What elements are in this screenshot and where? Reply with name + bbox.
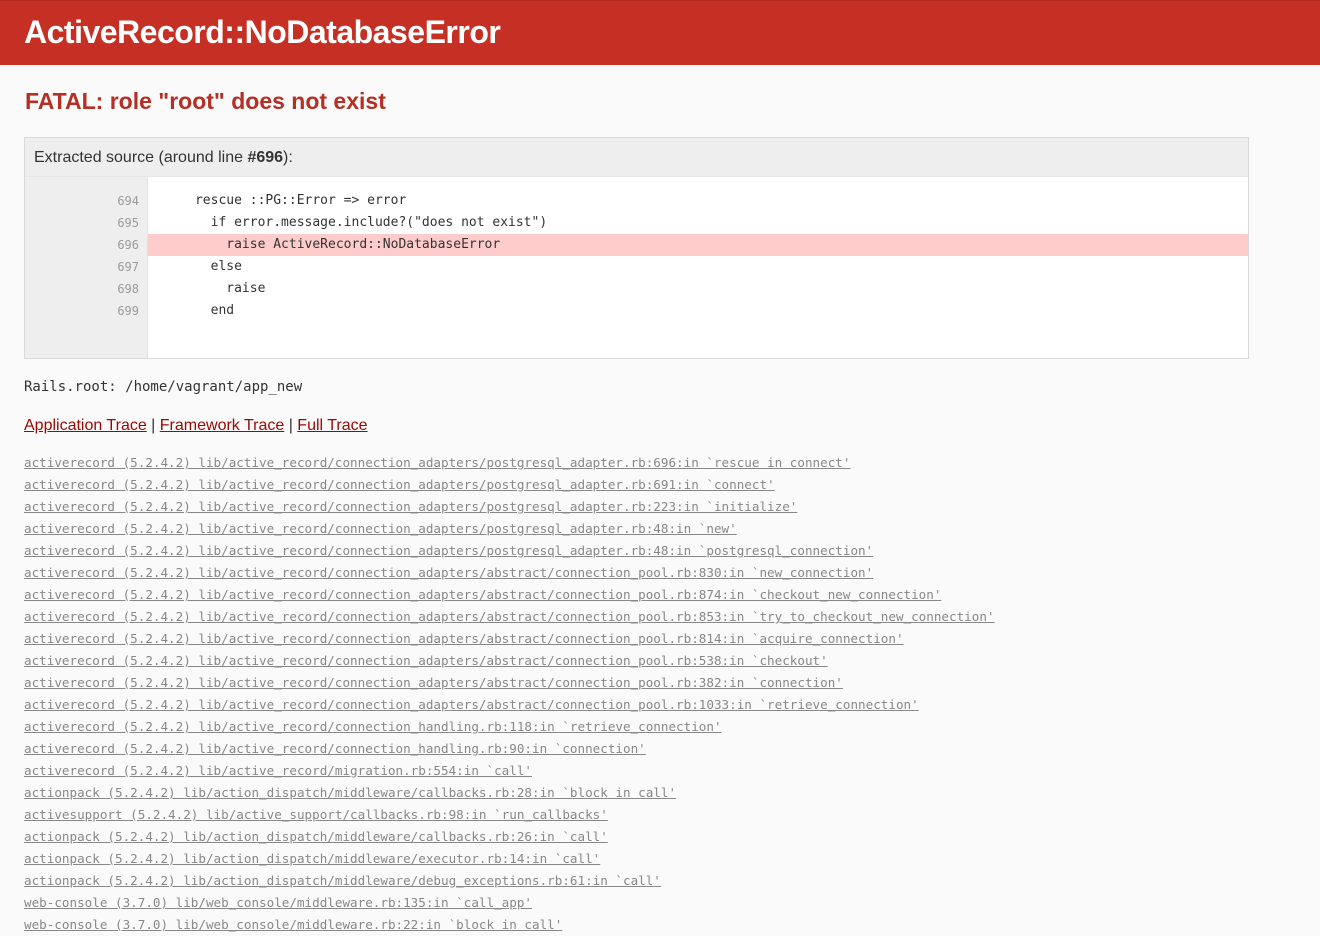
trace-nav: Application Trace | Framework Trace | Fu… (24, 415, 368, 437)
trace-list: activerecord (5.2.4.2) lib/active_record… (24, 452, 995, 936)
line-number: 697 (117, 260, 139, 274)
code-line: 699 end (25, 300, 1248, 322)
code-line-highlighted: 696 raise ActiveRecord::NoDatabaseError (25, 234, 1248, 256)
trace-line[interactable]: activerecord (5.2.4.2) lib/active_record… (24, 694, 995, 716)
code-text: rescue ::PG::Error => error (148, 193, 407, 208)
trace-line[interactable]: actionpack (5.2.4.2) lib/action_dispatch… (24, 782, 995, 804)
trace-nav-separator: | (146, 417, 160, 434)
trace-line[interactable]: activerecord (5.2.4.2) lib/active_record… (24, 518, 995, 540)
extracted-source-panel: Extracted source (around line #696): 694… (24, 137, 1249, 359)
trace-line[interactable]: activerecord (5.2.4.2) lib/active_record… (24, 716, 995, 738)
source-header-suffix: ): (283, 149, 293, 166)
trace-line[interactable]: activerecord (5.2.4.2) lib/active_record… (24, 672, 995, 694)
trace-line[interactable]: web-console (3.7.0) lib/web_console/midd… (24, 914, 995, 936)
trace-line[interactable]: activerecord (5.2.4.2) lib/active_record… (24, 738, 995, 760)
line-number: 694 (117, 194, 139, 208)
code-line: 698 raise (25, 278, 1248, 300)
trace-line[interactable]: activerecord (5.2.4.2) lib/active_record… (24, 650, 995, 672)
code-text: if error.message.include?("does not exis… (148, 215, 548, 230)
line-number: 695 (117, 216, 139, 230)
code-line: 694 rescue ::PG::Error => error (25, 190, 1248, 212)
trace-line[interactable]: actionpack (5.2.4.2) lib/action_dispatch… (24, 870, 995, 892)
trace-line[interactable]: activerecord (5.2.4.2) lib/active_record… (24, 760, 995, 782)
line-number: 696 (117, 238, 139, 252)
framework-trace-link[interactable]: Framework Trace (160, 417, 284, 434)
code-text: end (148, 303, 235, 318)
line-number: 698 (117, 282, 139, 296)
trace-line[interactable]: activerecord (5.2.4.2) lib/active_record… (24, 474, 995, 496)
error-message: FATAL: role "root" does not exist (25, 88, 386, 114)
code-text: raise (148, 281, 266, 296)
trace-line[interactable]: actionpack (5.2.4.2) lib/action_dispatch… (24, 826, 995, 848)
trace-line[interactable]: activerecord (5.2.4.2) lib/active_record… (24, 562, 995, 584)
trace-line[interactable]: activerecord (5.2.4.2) lib/active_record… (24, 452, 995, 474)
line-number: 699 (117, 304, 139, 318)
code-line: 695 if error.message.include?("does not … (25, 212, 1248, 234)
trace-line[interactable]: activesupport (5.2.4.2) lib/active_suppo… (24, 804, 995, 826)
code-line: 697 else (25, 256, 1248, 278)
trace-line[interactable]: activerecord (5.2.4.2) lib/active_record… (24, 606, 995, 628)
trace-line[interactable]: activerecord (5.2.4.2) lib/active_record… (24, 628, 995, 650)
source-header-prefix: Extracted source (around line (34, 149, 248, 166)
trace-nav-separator: | (284, 417, 298, 434)
trace-line[interactable]: actionpack (5.2.4.2) lib/action_dispatch… (24, 848, 995, 870)
exception-title: ActiveRecord::NoDatabaseError (24, 14, 501, 50)
trace-line[interactable]: web-console (3.7.0) lib/web_console/midd… (24, 892, 995, 914)
source-header-line: #696 (247, 149, 284, 166)
trace-line[interactable]: activerecord (5.2.4.2) lib/active_record… (24, 540, 995, 562)
rails-root: Rails.root: /home/vagrant/app_new (24, 379, 303, 395)
application-trace-link[interactable]: Application Trace (24, 417, 147, 434)
trace-line[interactable]: activerecord (5.2.4.2) lib/active_record… (24, 584, 995, 606)
page-header: ActiveRecord::NoDatabaseError (0, 0, 1320, 65)
source-header: Extracted source (around line #696): (25, 138, 1248, 177)
trace-line[interactable]: activerecord (5.2.4.2) lib/active_record… (24, 496, 995, 518)
code-text: raise ActiveRecord::NoDatabaseError (148, 234, 1248, 256)
source-code: 694 rescue ::PG::Error => error 695 if e… (25, 190, 1248, 322)
code-text: else (148, 259, 242, 274)
full-trace-link[interactable]: Full Trace (297, 417, 367, 434)
